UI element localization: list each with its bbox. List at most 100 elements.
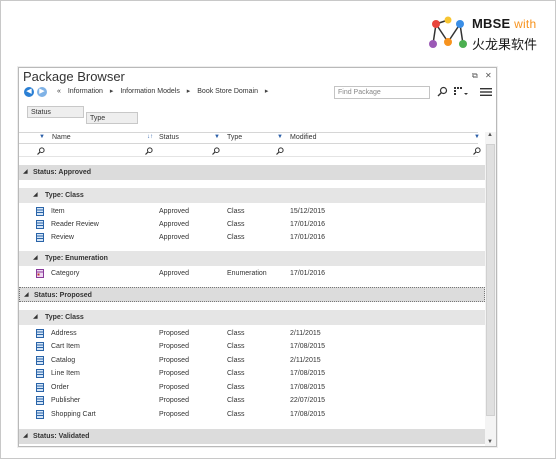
column-header-status[interactable]: Status — [159, 134, 179, 141]
cell-modified: 2/11/2015 — [290, 357, 321, 364]
table-row[interactable]: Review Approved Class 17/01/2016 — [19, 231, 485, 244]
cell-status: Approved — [159, 208, 189, 215]
column-header-type[interactable]: Type — [227, 134, 242, 141]
cell-name: Publisher — [51, 397, 81, 404]
filter-dropdown-icon[interactable]: ▼ — [474, 134, 480, 140]
column-header-modified[interactable]: Modified — [290, 134, 316, 141]
cell-name: Order — [51, 384, 69, 391]
cell-modified: 15/12/2015 — [290, 208, 326, 215]
group-label: Status: Validated — [33, 433, 90, 440]
cell-type: Class — [227, 221, 245, 228]
table-row[interactable]: Item Approved Class 15/12/2015 — [19, 205, 485, 218]
breadcrumb-book-store-domain[interactable]: Book Store Domain — [197, 88, 258, 95]
class-icon — [36, 342, 44, 351]
cell-name: Shopping Cart — [51, 411, 96, 418]
table-row[interactable]: Catalog Proposed Class 2/11/2015 — [19, 354, 485, 367]
table-row[interactable]: Reader Review Approved Class 17/01/2016 — [19, 218, 485, 231]
class-icon — [36, 369, 44, 378]
column-menu-icon[interactable]: ▼ — [39, 134, 45, 140]
breadcrumb-overflow[interactable]: « — [57, 88, 61, 95]
scroll-up-icon[interactable]: ▲ — [487, 132, 493, 138]
back-button[interactable]: ◀ — [24, 87, 34, 97]
search-icon[interactable] — [437, 86, 448, 97]
group-chip-status[interactable]: Status — [27, 106, 84, 118]
sort-icon[interactable]: ↓↑ — [147, 134, 153, 140]
table-row[interactable]: Line Item Proposed Class 17/08/2015 — [19, 367, 485, 380]
cell-modified: 17/08/2015 — [290, 343, 326, 350]
table-row[interactable]: Address Proposed Class 2/11/2015 — [19, 327, 485, 340]
window-title: Package Browser — [23, 69, 125, 84]
cell-status: Proposed — [159, 411, 189, 418]
cell-modified: 17/01/2016 — [290, 234, 326, 241]
group-chip-type[interactable]: Type — [86, 112, 138, 124]
group-status-proposed[interactable]: ◢ Status: Proposed — [19, 287, 485, 302]
subgroup-type-enumeration[interactable]: ◢ Type: Enumeration — [19, 251, 485, 266]
filter-dropdown-icon[interactable]: ▼ — [214, 134, 220, 140]
vertical-scrollbar[interactable]: ▲ ▼ — [485, 132, 496, 446]
collapse-icon[interactable]: ◢ — [24, 291, 29, 298]
title-bar: Package Browser ⧉ ✕ — [19, 68, 496, 86]
molecule-logo-icon — [429, 16, 467, 48]
cell-type: Class — [227, 234, 245, 241]
collapse-icon[interactable]: ◢ — [23, 432, 28, 439]
logo-brand: MBSE — [472, 16, 511, 31]
collapse-icon[interactable]: ◢ — [33, 191, 38, 198]
collapse-icon[interactable]: ◢ — [23, 168, 28, 175]
breadcrumb: « Information ▸ Information Models ▸ Boo… — [57, 87, 273, 95]
scrollbar-thumb[interactable] — [486, 144, 495, 416]
cell-name: Catalog — [51, 357, 76, 364]
table-row[interactable]: Category Approved Enumeration 17/01/2016 — [19, 267, 485, 280]
filter-search-icon[interactable] — [276, 147, 284, 155]
collapse-icon[interactable]: ◢ — [33, 254, 38, 261]
cell-name: Category — [51, 270, 80, 277]
toolbar: ◀ ▶ « Information ▸ Information Models ▸… — [19, 86, 496, 100]
cell-modified: 17/01/2016 — [290, 221, 326, 228]
cell-type: Class — [227, 357, 245, 364]
cell-type: Class — [227, 370, 245, 377]
breadcrumb-information-models[interactable]: Information Models — [120, 88, 180, 95]
breadcrumb-information[interactable]: Information — [68, 88, 103, 95]
cell-name: Line Item — [51, 370, 80, 377]
subgroup-type-class[interactable]: ◢ Type: Class — [19, 188, 485, 203]
forward-button[interactable]: ▶ — [37, 87, 47, 97]
logo-subtitle: 火龙果软件 — [472, 37, 538, 52]
cell-status: Proposed — [159, 370, 189, 377]
subgroup-label: Type: Class — [45, 314, 84, 321]
class-icon — [36, 396, 44, 405]
cell-status: Proposed — [159, 343, 189, 350]
table-row[interactable]: Order Proposed Class 17/08/2015 — [19, 381, 485, 394]
filter-search-icon[interactable] — [473, 147, 481, 155]
scroll-down-icon[interactable]: ▼ — [487, 439, 493, 445]
cell-name: Cart Item — [51, 343, 80, 350]
column-header-name[interactable]: Name — [52, 134, 71, 141]
class-icon — [36, 383, 44, 392]
table-row[interactable]: Cart Item Proposed Class 17/08/2015 — [19, 340, 485, 353]
class-icon — [36, 207, 44, 216]
cell-type: Class — [227, 343, 245, 350]
group-status-validated[interactable]: ◢ Status: Validated — [19, 429, 485, 444]
filter-search-icon[interactable] — [37, 147, 45, 155]
cell-type: Class — [227, 208, 245, 215]
mbse-logo: MBSE with 火龙果软件 — [428, 12, 550, 54]
filter-dropdown-icon[interactable]: ▼ — [277, 134, 283, 140]
view-options-icon[interactable] — [454, 87, 468, 97]
logo-brand-text: MBSE with — [472, 16, 536, 31]
filter-search-icon[interactable] — [212, 147, 220, 155]
table-row[interactable]: Shopping Cart Proposed Class 17/08/2015 — [19, 408, 485, 421]
logo-with: with — [514, 17, 537, 31]
pin-icon[interactable]: ⧉ — [472, 71, 478, 81]
table-row[interactable]: Publisher Proposed Class 22/07/2015 — [19, 394, 485, 407]
group-status-approved[interactable]: ◢ Status: Approved — [19, 165, 485, 180]
cell-status: Approved — [159, 221, 189, 228]
close-icon[interactable]: ✕ — [485, 71, 492, 80]
find-package-input[interactable]: Find Package — [334, 86, 430, 99]
cell-name: Address — [51, 330, 77, 337]
menu-icon[interactable] — [480, 87, 492, 97]
subgroup-type-class[interactable]: ◢ Type: Class — [19, 310, 485, 325]
group-label: Status: Proposed — [34, 292, 92, 299]
collapse-icon[interactable]: ◢ — [33, 313, 38, 320]
subgroup-label: Type: Enumeration — [45, 255, 108, 262]
cell-modified: 2/11/2015 — [290, 330, 321, 337]
filter-search-icon[interactable] — [145, 147, 153, 155]
class-icon — [36, 356, 44, 365]
